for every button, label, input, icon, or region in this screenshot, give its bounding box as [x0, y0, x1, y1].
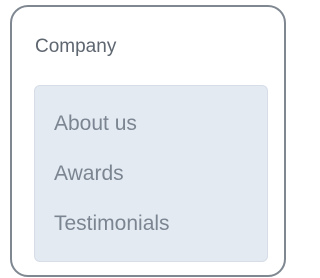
company-menu-title[interactable]: Company: [35, 36, 116, 58]
menu-item-testimonials[interactable]: Testimonials: [54, 212, 170, 236]
company-menu-panel: Company About us Awards Testimonials: [10, 5, 286, 277]
menu-item-awards[interactable]: Awards: [54, 162, 124, 186]
menu-item-about-us[interactable]: About us: [54, 112, 137, 136]
company-submenu: About us Awards Testimonials: [34, 85, 268, 262]
